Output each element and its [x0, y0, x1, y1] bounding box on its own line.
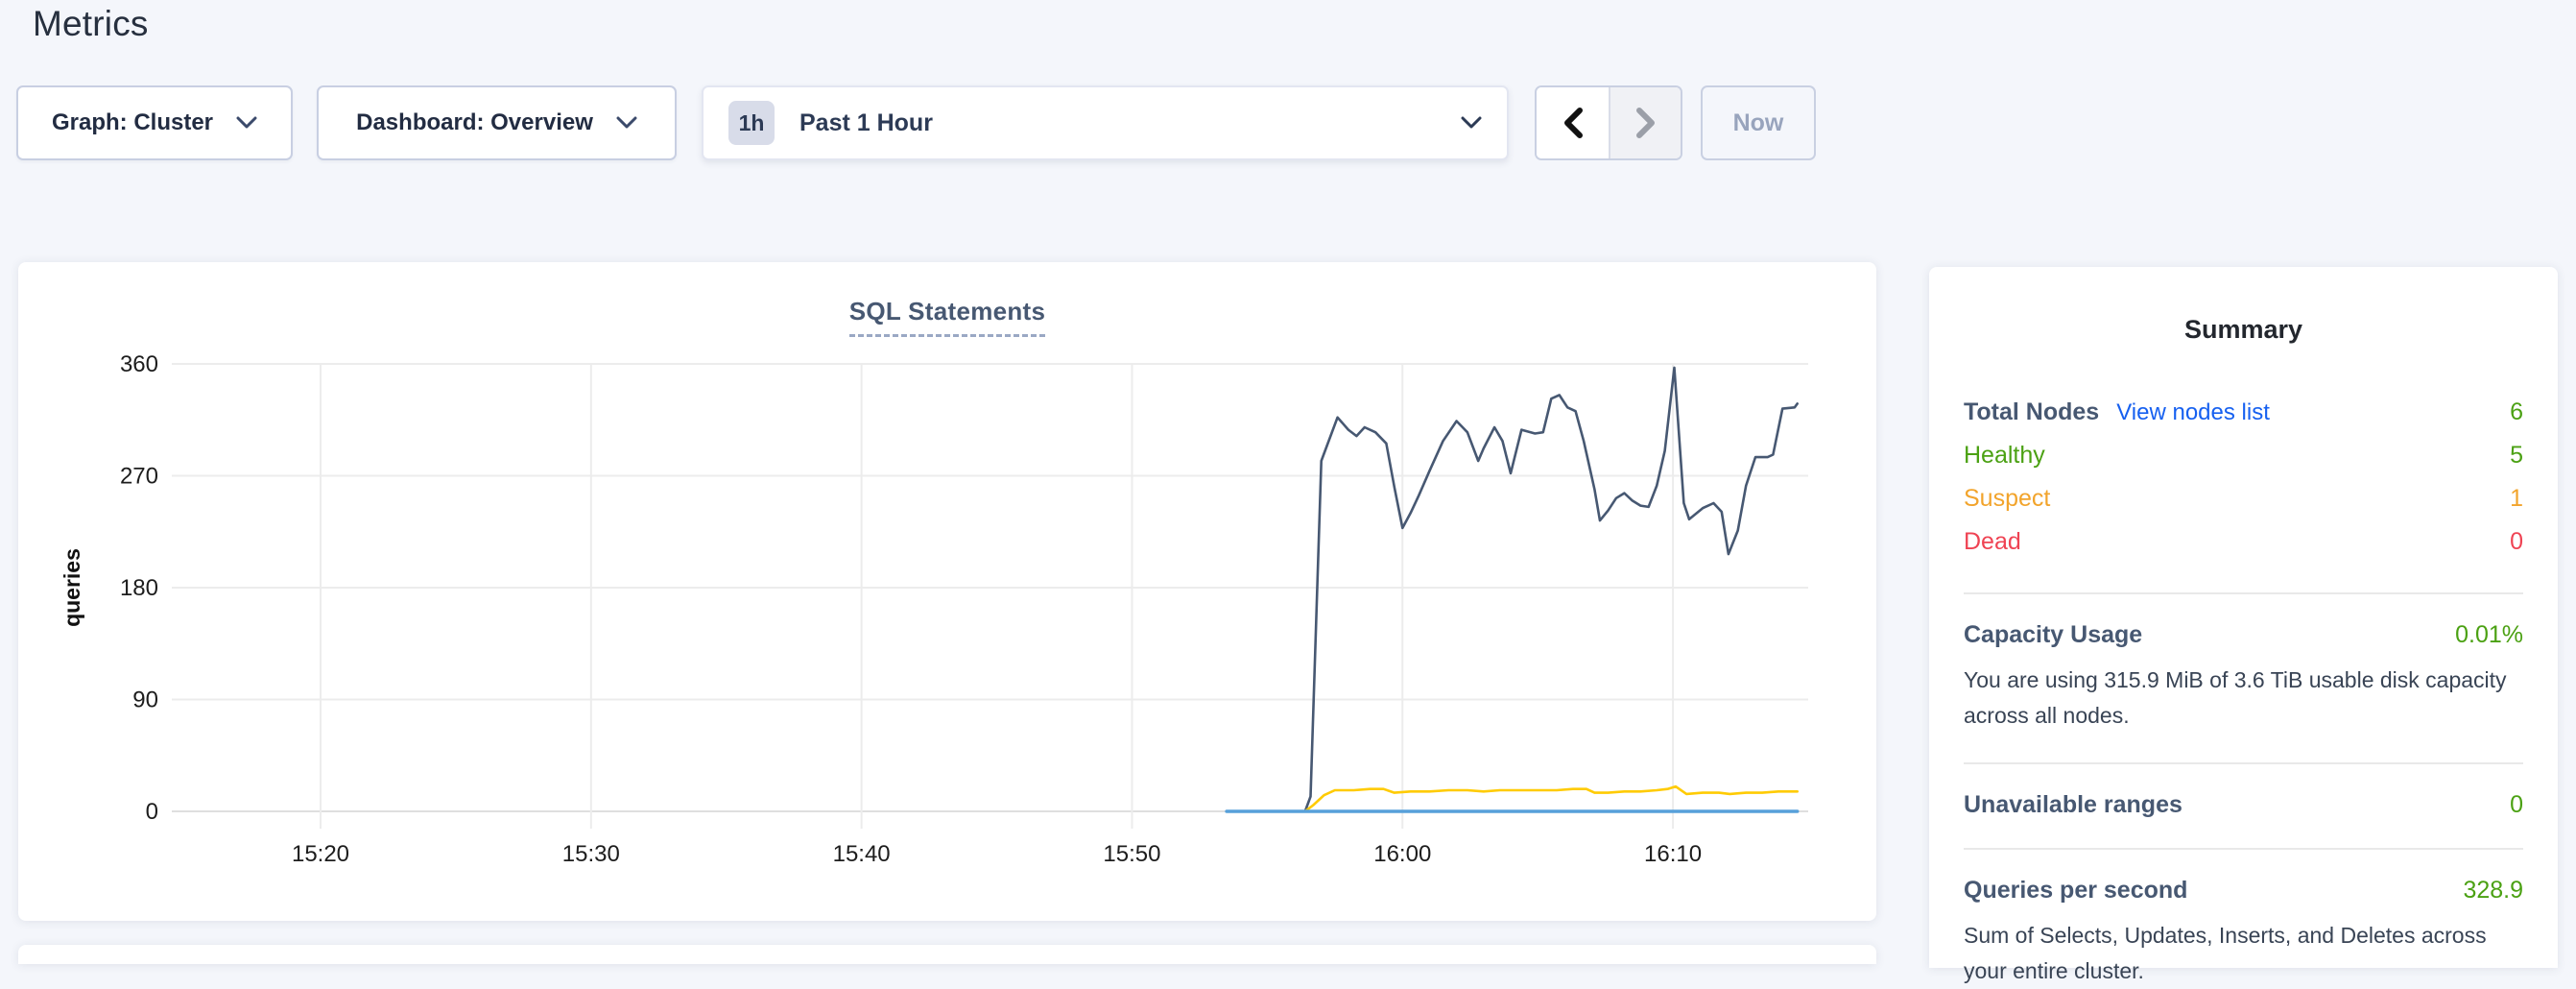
page-title: Metrics [33, 4, 149, 44]
chevron-left-icon [1562, 107, 1584, 139]
svg-text:16:00: 16:00 [1373, 841, 1431, 867]
unavailable-ranges-label: Unavailable ranges [1964, 791, 2182, 819]
capacity-usage-stat: Capacity Usage 0.01% You are using 315.9… [1964, 621, 2523, 734]
now-button[interactable]: Now [1701, 85, 1816, 160]
dashboard-dropdown[interactable]: Dashboard: Overview [317, 85, 677, 160]
svg-text:15:50: 15:50 [1103, 841, 1160, 867]
divider [1964, 592, 2523, 594]
time-range-selector[interactable]: 1h Past 1 Hour [702, 85, 1509, 160]
suspect-value: 1 [2510, 485, 2523, 513]
time-range-badge: 1h [728, 101, 775, 145]
queries-per-second-description: Sum of Selects, Updates, Inserts, and De… [1964, 918, 2523, 989]
dead-value: 0 [2510, 528, 2523, 556]
svg-text:15:20: 15:20 [292, 841, 349, 867]
chevron-right-icon [1635, 107, 1657, 139]
summary-panel: Summary Total Nodes View nodes list 6 He… [1929, 267, 2558, 968]
sql-statements-chart-card: SQL Statements 09018027036015:2015:3015:… [18, 262, 1876, 921]
total-nodes-row: Total Nodes View nodes list 6 [1964, 391, 2523, 434]
chevron-down-icon [1461, 116, 1482, 130]
divider [1964, 762, 2523, 764]
sql-statements-chart[interactable]: 0 90 180 270 360 15:20 15:30 15:40 15:50 16:00 16:… [18, 262, 1876, 921]
view-nodes-list-link[interactable]: View nodes list [2116, 399, 2270, 426]
total-nodes-value: 6 [2510, 398, 2523, 426]
capacity-usage-value: 0.01% [2455, 621, 2523, 649]
healthy-label: Healthy [1964, 442, 2045, 470]
chevron-down-icon [236, 116, 257, 130]
svg-text:15:30: 15:30 [562, 841, 620, 867]
unavailable-ranges-value: 0 [2510, 791, 2523, 819]
time-range-label: Past 1 Hour [799, 109, 933, 137]
time-step-buttons [1535, 85, 1682, 160]
suspect-label: Suspect [1964, 485, 2050, 513]
healthy-nodes-row: Healthy 5 [1964, 434, 2523, 477]
summary-title: Summary [1929, 315, 2558, 345]
capacity-usage-label: Capacity Usage [1964, 621, 2142, 649]
nodes-summary: Total Nodes View nodes list 6 Healthy 5 … [1964, 391, 2523, 564]
previous-time-window-button[interactable] [1537, 87, 1609, 158]
queries-per-second-stat: Queries per second 328.9 Sum of Selects,… [1964, 877, 2523, 989]
queries-per-second-value: 328.9 [2463, 877, 2523, 905]
capacity-usage-description: You are using 315.9 MiB of 3.6 TiB usabl… [1964, 663, 2523, 734]
svg-text:90: 90 [132, 687, 158, 713]
dashboard-dropdown-label: Dashboard: Overview [356, 109, 593, 136]
svg-text:15:40: 15:40 [833, 841, 891, 867]
next-time-window-button[interactable] [1609, 87, 1681, 158]
svg-text:180: 180 [120, 575, 158, 601]
healthy-value: 5 [2510, 442, 2523, 470]
graph-dropdown-label: Graph: Cluster [52, 109, 213, 136]
total-nodes-label: Total Nodes [1964, 398, 2099, 426]
svg-text:0: 0 [146, 799, 158, 825]
next-chart-card-peek [18, 945, 1876, 964]
unavailable-ranges-stat: Unavailable ranges 0 [1964, 791, 2523, 819]
svg-text:270: 270 [120, 464, 158, 490]
chevron-down-icon [616, 116, 637, 130]
dead-nodes-row: Dead 0 [1964, 520, 2523, 564]
svg-text:queries: queries [60, 548, 84, 627]
svg-text:16:10: 16:10 [1644, 841, 1702, 867]
dead-label: Dead [1964, 528, 2021, 556]
divider [1964, 848, 2523, 850]
suspect-nodes-row: Suspect 1 [1964, 477, 2523, 520]
graph-dropdown[interactable]: Graph: Cluster [16, 85, 293, 160]
queries-per-second-label: Queries per second [1964, 877, 2187, 905]
svg-text:360: 360 [120, 351, 158, 377]
